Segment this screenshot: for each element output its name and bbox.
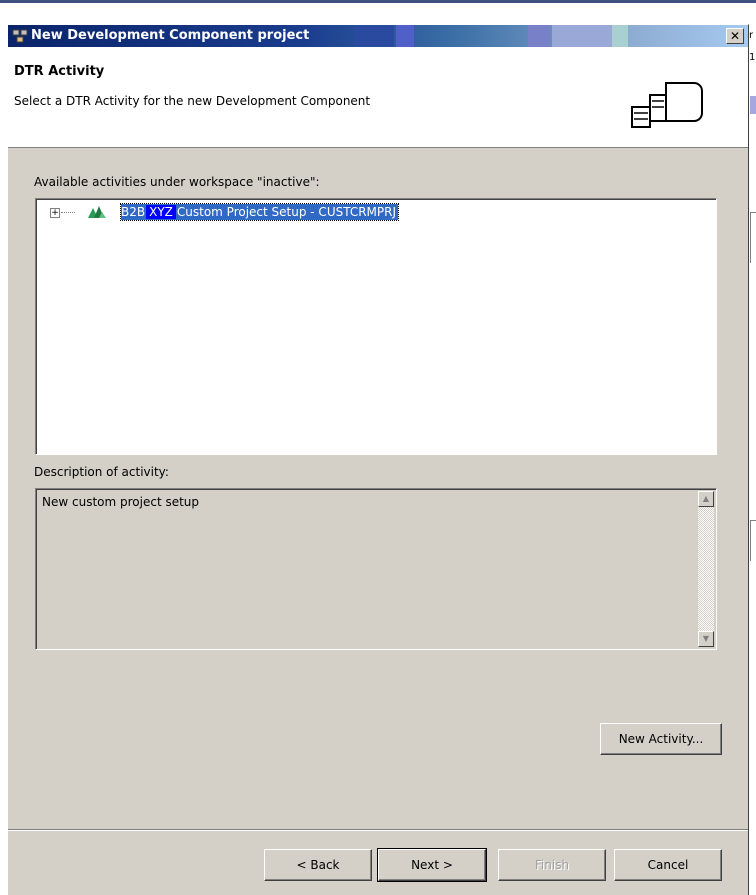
background-window-panel bbox=[750, 212, 756, 263]
scroll-up-icon[interactable]: ▲ bbox=[698, 491, 714, 507]
activity-item-selected[interactable]: B2B XYZ Custom Project Setup - CUSTCRMPRJ bbox=[119, 203, 400, 221]
new-dc-project-dialog: New Development Component project ✕ DTR … bbox=[7, 24, 749, 895]
activity-item-suffix: Custom Project Setup - CUSTCRMPRJ bbox=[176, 205, 397, 219]
dialog-title: New Development Component project bbox=[31, 28, 310, 43]
background-text-fragment: r bbox=[749, 30, 754, 41]
title-bar[interactable]: New Development Component project ✕ bbox=[8, 25, 748, 47]
background-window-bar bbox=[750, 96, 756, 114]
description-label: Description of activity: bbox=[34, 465, 169, 479]
page-title: DTR Activity bbox=[14, 64, 105, 79]
scroll-down-icon[interactable]: ▼ bbox=[698, 631, 714, 647]
activities-label: Available activities under workspace "in… bbox=[34, 175, 320, 189]
background-text-fragment: 1 bbox=[749, 52, 756, 63]
footer-separator bbox=[8, 829, 748, 831]
activity-icon bbox=[88, 206, 106, 218]
activity-item-highlight: XYZ bbox=[146, 205, 176, 219]
description-textarea[interactable]: New custom project setup ▲ ▼ bbox=[35, 488, 717, 650]
activity-item-prefix: B2B bbox=[121, 205, 146, 219]
top-edge-line bbox=[0, 0, 756, 3]
background-window-panel bbox=[750, 520, 756, 561]
expand-icon[interactable]: + bbox=[50, 208, 60, 218]
new-activity-button[interactable]: New Activity... bbox=[600, 723, 722, 755]
description-text: New custom project setup bbox=[42, 495, 200, 509]
background-window bbox=[748, 24, 756, 894]
description-scrollbar[interactable]: ▲ ▼ bbox=[698, 491, 714, 647]
page-description: Select a DTR Activity for the new Develo… bbox=[14, 94, 371, 108]
finish-button: Finish bbox=[498, 849, 606, 881]
close-button[interactable]: ✕ bbox=[726, 28, 744, 44]
back-button[interactable]: < Back bbox=[264, 849, 372, 881]
tree-connector bbox=[61, 212, 75, 213]
wizard-banner-icon bbox=[631, 82, 703, 128]
next-button[interactable]: Next > bbox=[377, 848, 487, 882]
wizard-header: DTR Activity Select a DTR Activity for t… bbox=[8, 47, 748, 148]
close-icon: ✕ bbox=[729, 29, 741, 43]
activities-tree[interactable]: + B2B XYZ Custom Project Setup - CUSTCRMPR… bbox=[35, 198, 717, 455]
cancel-button[interactable]: Cancel bbox=[614, 849, 722, 881]
app-icon bbox=[12, 29, 28, 43]
